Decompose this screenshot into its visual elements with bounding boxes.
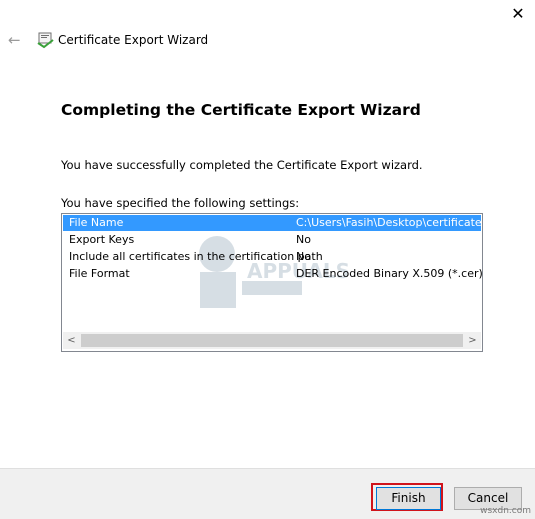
setting-name: Export Keys [69, 233, 135, 246]
window-title: Certificate Export Wizard [58, 33, 209, 47]
settings-row-file-name[interactable]: File Name C:\Users\Fasih\Desktop\certifi… [63, 215, 483, 231]
scroll-right-icon[interactable]: > [464, 332, 481, 349]
settings-row-include-all-certificates[interactable]: Include all certificates in the certific… [63, 249, 481, 265]
horizontal-scrollbar[interactable]: < > [63, 332, 481, 349]
close-icon[interactable]: ✕ [504, 3, 532, 25]
setting-name: File Name [69, 216, 124, 229]
setting-name: File Format [69, 267, 130, 280]
setting-value: DER Encoded Binary X.509 (*.cer) [296, 267, 483, 280]
certificate-wizard-icon [37, 32, 54, 49]
button-bar: Finish Cancel wsxdn.com [0, 468, 535, 519]
setting-name: Include all certificates in the certific… [69, 250, 323, 263]
settings-caption: You have specified the following setting… [61, 196, 300, 210]
site-watermark: wsxdn.com [480, 506, 531, 516]
page-title: Completing the Certificate Export Wizard [61, 101, 421, 119]
setting-value: C:\Users\Fasih\Desktop\certificate.cer [296, 216, 483, 229]
scroll-left-icon[interactable]: < [63, 332, 80, 349]
wizard-content: Completing the Certificate Export Wizard… [0, 55, 535, 468]
settings-row-export-keys[interactable]: Export Keys No [63, 232, 481, 248]
title-bar: ← Certificate Export Wizard ✕ [0, 0, 535, 55]
setting-value: No [296, 233, 311, 246]
success-message: You have successfully completed the Cert… [61, 158, 423, 172]
back-arrow-icon[interactable]: ← [8, 33, 22, 48]
settings-row-file-format[interactable]: File Format DER Encoded Binary X.509 (*.… [63, 266, 483, 282]
settings-listbox[interactable]: APPUALS File Name C:\Users\Fasih\Desktop… [61, 213, 483, 352]
setting-value: No [296, 250, 311, 263]
finish-button[interactable]: Finish [376, 487, 441, 510]
scrollbar-thumb[interactable] [81, 334, 463, 347]
